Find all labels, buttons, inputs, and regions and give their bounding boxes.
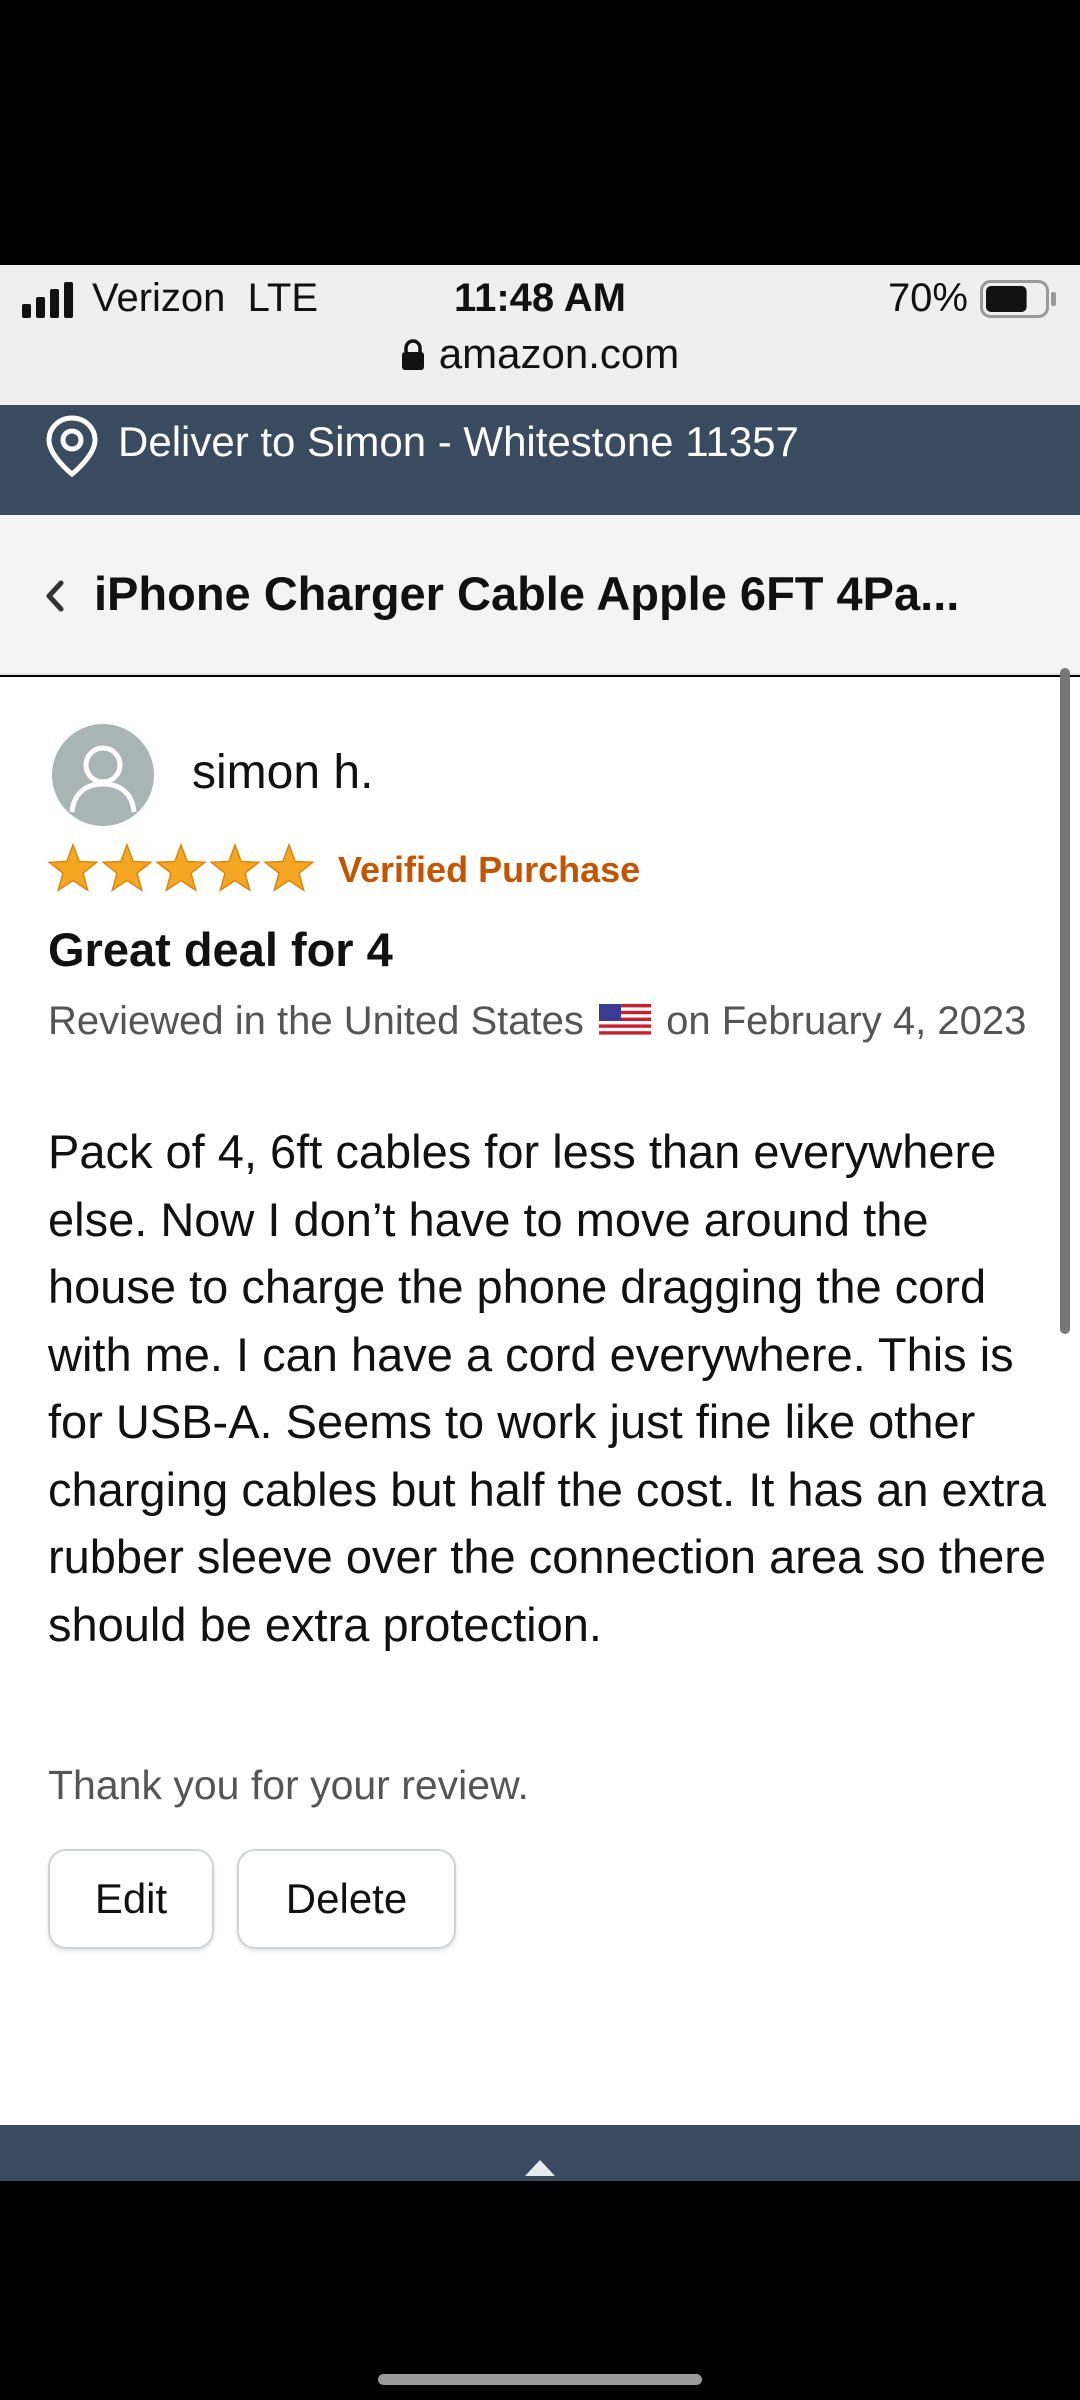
reviewer-name: simon h. [192,746,374,799]
person-icon [69,745,137,813]
chevron-up-icon[interactable] [524,2159,556,2177]
review-meta: Reviewed in the United States on Februar… [48,988,1038,1055]
edit-button[interactable]: Edit [48,1849,214,1949]
star-icon [155,843,207,892]
url-bar[interactable]: amazon.com [0,330,1080,378]
star-rating [48,843,315,892]
review-date: on February 4, 2023 [666,999,1027,1043]
star-icon [48,843,99,892]
us-flag-icon [598,1004,651,1038]
lock-icon [401,339,424,370]
review-body: Pack of 4, 6ft cables for less than ever… [48,1125,1047,1651]
bottom-bezel [0,2181,1080,2400]
home-indicator[interactable] [378,2374,702,2385]
url-text: amazon.com [438,330,680,377]
verified-purchase-badge: Verified Purchase [338,849,641,890]
battery-percent: 70% [887,276,968,320]
avatar [52,724,154,826]
chevron-left-icon[interactable] [44,578,66,614]
top-bezel [0,0,1080,265]
battery-icon [980,280,1056,318]
delete-button[interactable]: Delete [237,1849,456,1949]
scrollbar[interactable] [1060,668,1070,1334]
product-title[interactable]: iPhone Charger Cable Apple 6FT 4Pa... [94,566,1054,621]
thank-you-message: Thank you for your review. [48,1762,529,1808]
location-pin-icon [46,415,98,478]
star-icon [101,843,153,892]
star-icon [209,843,261,892]
review-location: Reviewed in the United States [48,999,584,1043]
review-title: Great deal for 4 [48,923,393,976]
deliver-to-text[interactable]: Deliver to Simon - Whitestone 11357 [118,418,799,466]
star-icon [263,843,315,892]
